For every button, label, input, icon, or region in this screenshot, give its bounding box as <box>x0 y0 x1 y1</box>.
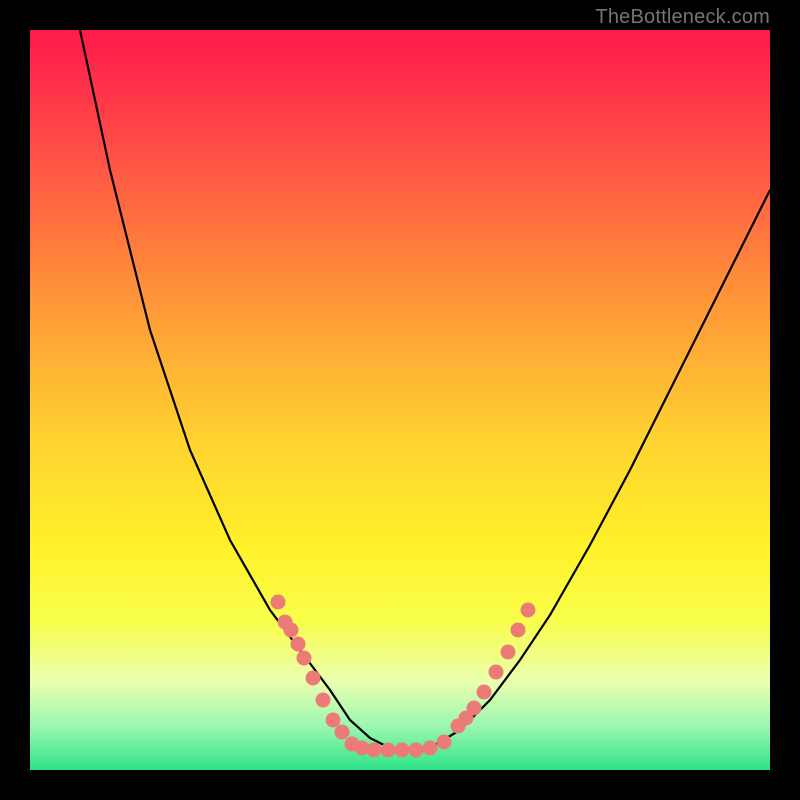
data-point <box>467 701 482 716</box>
data-point <box>477 685 492 700</box>
data-point <box>335 725 350 740</box>
data-point <box>423 741 438 756</box>
data-point <box>306 671 321 686</box>
data-point <box>316 693 331 708</box>
chart-frame: TheBottleneck.com <box>0 0 800 800</box>
main-curve <box>80 30 770 750</box>
data-point <box>381 743 396 758</box>
data-point <box>437 735 452 750</box>
data-point <box>501 645 516 660</box>
data-point <box>326 713 341 728</box>
data-point <box>511 623 526 638</box>
data-point <box>291 637 306 652</box>
data-point <box>367 743 382 758</box>
data-point <box>271 595 286 610</box>
data-point <box>409 743 424 758</box>
data-point <box>297 651 312 666</box>
data-point <box>395 743 410 758</box>
data-point <box>521 603 536 618</box>
data-point <box>489 665 504 680</box>
curve-layer <box>80 30 770 750</box>
chart-plot-area <box>30 30 770 770</box>
source-attribution: TheBottleneck.com <box>595 6 770 29</box>
chart-svg <box>30 30 770 770</box>
data-point <box>284 623 299 638</box>
dots-layer <box>271 595 536 758</box>
